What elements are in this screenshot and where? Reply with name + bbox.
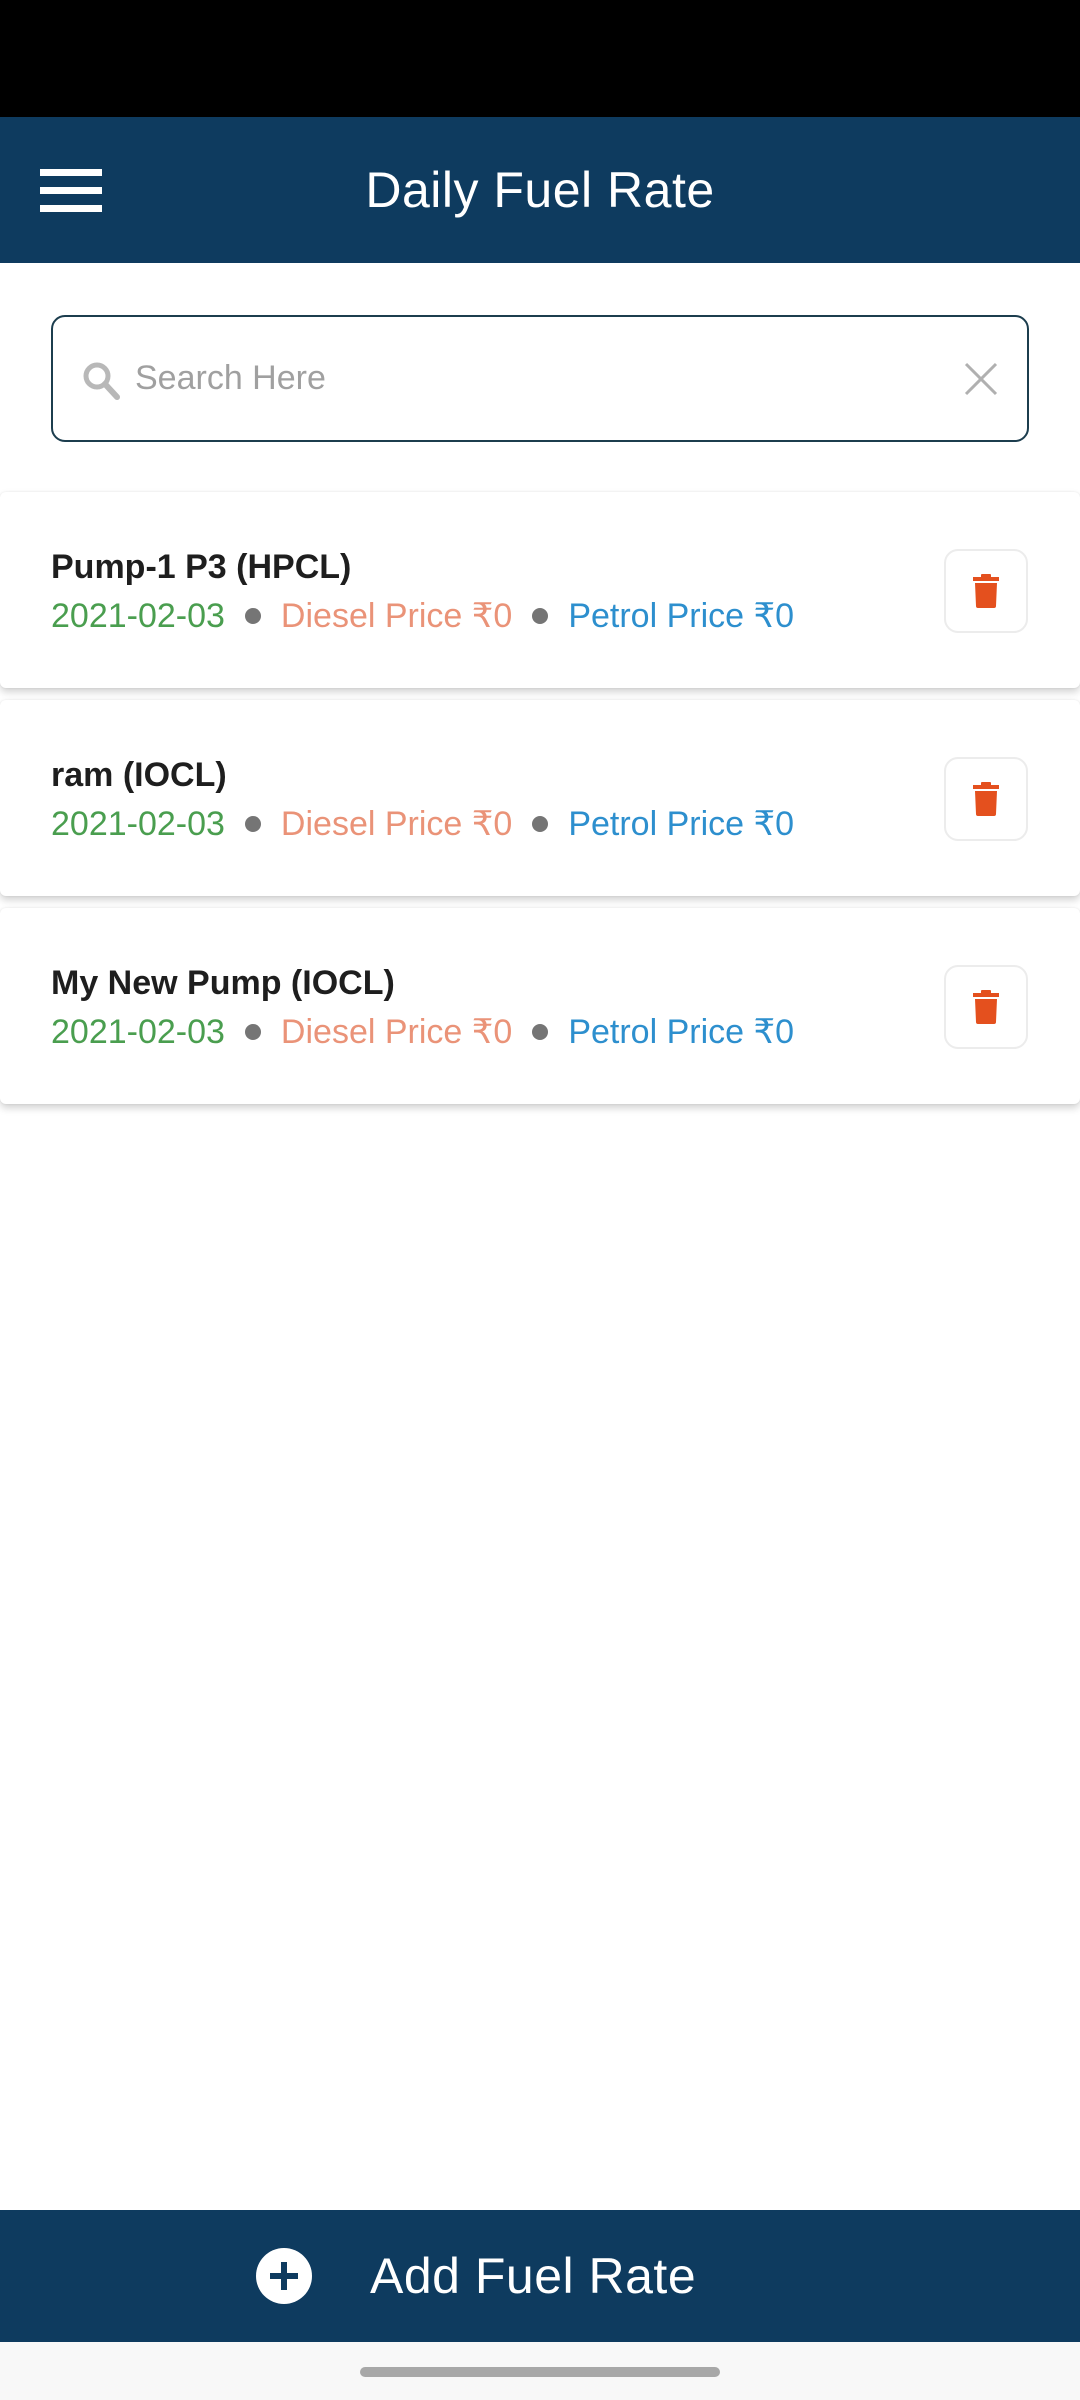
separator-dot	[532, 608, 549, 624]
close-icon[interactable]	[963, 361, 999, 397]
add-fuel-rate-button[interactable]: Add Fuel Rate	[0, 2210, 1080, 2342]
fuel-rate-card[interactable]: My New Pump (IOCL) 2021-02-03 Diesel Pri…	[0, 908, 1080, 1104]
rate-date: 2021-02-03	[51, 804, 225, 843]
separator-dot	[244, 608, 261, 624]
rate-details: 2021-02-03 Diesel Price ₹0 Petrol Price …	[51, 1012, 794, 1052]
search-input[interactable]	[135, 317, 935, 440]
separator-dot	[532, 816, 549, 832]
app-bar: Daily Fuel Rate	[0, 117, 1080, 263]
rate-details: 2021-02-03 Diesel Price ₹0 Petrol Price …	[51, 804, 794, 844]
diesel-price: Diesel Price ₹0	[280, 597, 513, 635]
rate-date: 2021-02-03	[51, 1012, 225, 1051]
pump-name: ram (IOCL)	[51, 756, 227, 794]
home-indicator[interactable]	[360, 2367, 720, 2377]
system-nav-area	[0, 2342, 1080, 2400]
search-icon	[83, 362, 120, 400]
delete-button[interactable]	[944, 549, 1028, 633]
plus-circle-icon	[256, 2248, 312, 2304]
separator-dot	[244, 816, 261, 832]
diesel-price: Diesel Price ₹0	[280, 1013, 513, 1051]
petrol-price: Petrol Price ₹0	[568, 805, 795, 843]
rate-date: 2021-02-03	[51, 596, 225, 635]
diesel-price: Diesel Price ₹0	[280, 805, 513, 843]
fuel-rate-card[interactable]: Pump-1 P3 (HPCL) 2021-02-03 Diesel Price…	[0, 492, 1080, 688]
search-box	[51, 315, 1029, 442]
delete-button[interactable]	[944, 965, 1028, 1049]
trash-icon	[973, 990, 999, 1024]
page-title: Daily Fuel Rate	[365, 162, 715, 218]
pump-name: Pump-1 P3 (HPCL)	[51, 548, 352, 586]
add-fuel-rate-label: Add Fuel Rate	[370, 2248, 697, 2304]
fuel-rate-list: Pump-1 P3 (HPCL) 2021-02-03 Diesel Price…	[0, 492, 1080, 1116]
petrol-price: Petrol Price ₹0	[568, 597, 795, 635]
trash-icon	[973, 574, 999, 608]
separator-dot	[244, 1024, 261, 1040]
status-bar	[0, 0, 1080, 117]
petrol-price: Petrol Price ₹0	[568, 1013, 795, 1051]
pump-name: My New Pump (IOCL)	[51, 964, 395, 1002]
rate-details: 2021-02-03 Diesel Price ₹0 Petrol Price …	[51, 596, 794, 636]
delete-button[interactable]	[944, 757, 1028, 841]
separator-dot	[532, 1024, 549, 1040]
trash-icon	[973, 782, 999, 816]
fuel-rate-card[interactable]: ram (IOCL) 2021-02-03 Diesel Price ₹0 Pe…	[0, 700, 1080, 896]
